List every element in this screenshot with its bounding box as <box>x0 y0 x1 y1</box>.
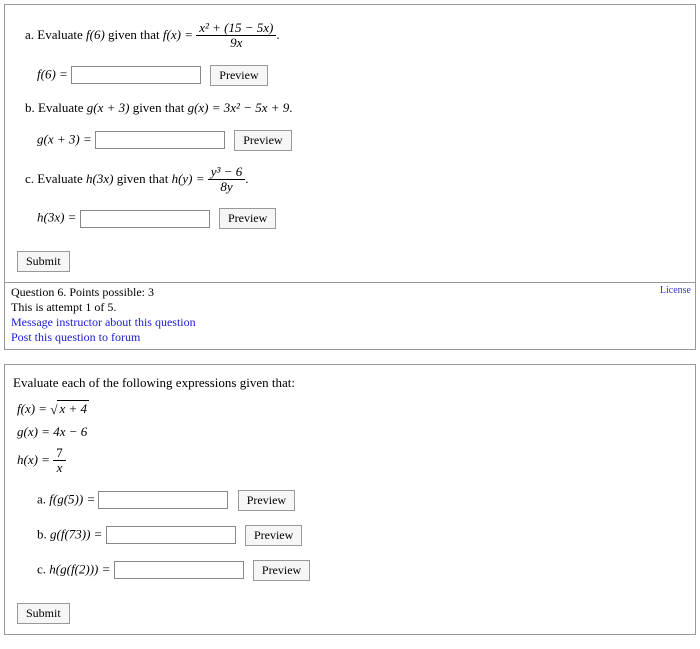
part-a-mid: given that <box>105 27 163 42</box>
part-c-prompt: c. Evaluate h(3x) given that h(y) = y³ −… <box>25 165 687 195</box>
part-a-lhs: f(x) = <box>163 27 196 42</box>
part-b-answer-label: g(x + 3) = <box>37 131 95 146</box>
part-b-preview-button[interactable]: Preview <box>234 130 291 151</box>
part-c-lhs: h(y) = <box>172 170 208 185</box>
meta-attempt: This is attempt 1 of 5. <box>11 300 689 315</box>
q1-submit-button[interactable]: Submit <box>17 251 70 272</box>
part-c-answer-input[interactable] <box>80 210 210 228</box>
part-a-period: . <box>276 27 279 42</box>
part-b-eval: g(x + 3) <box>87 100 130 115</box>
q2-a-expr: f(g(5)) = <box>49 491 98 506</box>
q2-c-expr: h(g(f(2))) = <box>49 561 113 576</box>
q2-intro: Evaluate each of the following expressio… <box>13 375 687 391</box>
question-1-block: a. Evaluate f(6) given that f(x) = x² + … <box>4 4 696 283</box>
license-link[interactable]: License <box>660 285 691 296</box>
part-b-period: . <box>289 100 292 115</box>
part-c-answer-row: h(3x) = Preview <box>37 208 687 229</box>
q2-b-preview-button[interactable]: Preview <box>245 525 302 546</box>
q2-a-input[interactable] <box>98 491 228 509</box>
q2-h-fraction: 7x <box>53 446 66 476</box>
q2-a-preview-button[interactable]: Preview <box>238 490 295 511</box>
part-c-answer-label: h(3x) = <box>37 210 80 225</box>
part-c-preview-button[interactable]: Preview <box>219 208 276 229</box>
part-a-eval: f(6) <box>86 27 105 42</box>
part-a-answer-label: f(6) = <box>37 66 71 81</box>
part-c-mid: given that <box>113 170 171 185</box>
part-a-num: x² + (15 − 5x) <box>196 21 276 36</box>
q2-c-preview-button[interactable]: Preview <box>253 560 310 581</box>
q2-c-input[interactable] <box>114 561 244 579</box>
question-2-block: Evaluate each of the following expressio… <box>4 364 696 635</box>
q2-a-label: a. <box>37 491 49 506</box>
question-meta-block: License Question 6. Points possible: 3 T… <box>4 283 696 350</box>
part-a-answer-row: f(6) = Preview <box>37 65 687 86</box>
q2-h-lhs: h(x) = <box>17 452 53 467</box>
q2-c-label: c. <box>37 561 49 576</box>
q2-h-num: 7 <box>53 446 66 461</box>
part-c-pre: c. Evaluate <box>25 170 86 185</box>
q2-g-def: g(x) = 4x − 6 <box>17 424 687 440</box>
part-a-den: 9x <box>196 36 276 50</box>
q2-c-row: c. h(g(f(2))) = Preview <box>37 560 687 581</box>
part-c-num: y³ − 6 <box>208 165 245 180</box>
q2-b-expr: g(f(73)) = <box>50 526 106 541</box>
post-forum-link[interactable]: Post this question to forum <box>11 330 689 345</box>
q2-a-row: a. f(g(5)) = Preview <box>37 490 687 511</box>
q2-h-den: x <box>53 461 66 475</box>
part-c-den: 8y <box>208 180 245 194</box>
part-a-answer-input[interactable] <box>71 66 201 84</box>
q2-f-lhs: f(x) = <box>17 401 50 416</box>
message-instructor-link[interactable]: Message instructor about this question <box>11 315 689 330</box>
part-b-pre: b. Evaluate <box>25 100 87 115</box>
meta-points: Question 6. Points possible: 3 <box>11 285 689 300</box>
part-a-preview-button[interactable]: Preview <box>210 65 267 86</box>
part-a-fraction: x² + (15 − 5x)9x <box>196 21 276 51</box>
q2-b-label: b. <box>37 526 50 541</box>
q2-f-radicand: x + 4 <box>57 400 89 416</box>
part-a-prompt: a. Evaluate f(6) given that f(x) = x² + … <box>25 21 687 51</box>
part-b-prompt: b. Evaluate g(x + 3) given that g(x) = 3… <box>25 100 687 116</box>
q2-submit-button[interactable]: Submit <box>17 603 70 624</box>
part-c-eval: h(3x) <box>86 170 113 185</box>
part-b-answer-row: g(x + 3) = Preview <box>37 130 687 151</box>
q2-h-def: h(x) = 7x <box>17 446 687 476</box>
part-c-period: . <box>245 170 248 185</box>
part-b-func: g(x) = 3x² − 5x + 9 <box>188 100 290 115</box>
part-a-pre: a. Evaluate <box>25 27 86 42</box>
q2-b-input[interactable] <box>106 526 236 544</box>
part-b-mid: given that <box>129 100 187 115</box>
part-b-answer-input[interactable] <box>95 131 225 149</box>
part-c-fraction: y³ − 68y <box>208 165 245 195</box>
q2-b-row: b. g(f(73)) = Preview <box>37 525 687 546</box>
q2-f-def: f(x) = √x + 4 <box>17 401 687 418</box>
